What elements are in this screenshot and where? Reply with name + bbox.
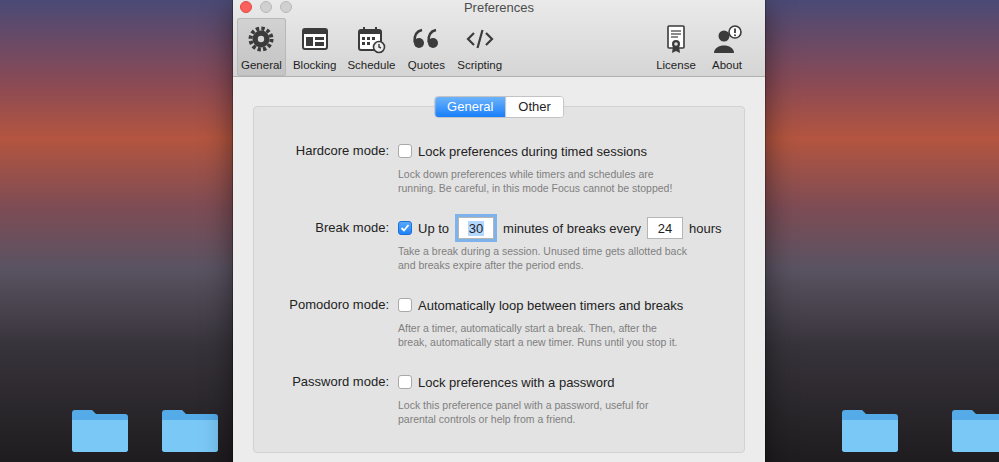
- toolbar: General Blocking Schedule Quotes Scripting Li…: [233, 18, 765, 76]
- title-bar: Preferences: [233, 0, 765, 18]
- calendar-icon: [356, 24, 386, 54]
- window-title: Preferences: [464, 0, 534, 15]
- desktop-folder[interactable]: [70, 405, 130, 453]
- toolbar-label: Blocking: [293, 59, 336, 71]
- setting-line: Automatically loop between timers and br…: [398, 293, 683, 317]
- content: GeneralOther Hardcore mode: Lock preferenc…: [233, 77, 765, 462]
- setting-label: Break mode:: [254, 216, 389, 240]
- certificate-icon: [661, 24, 691, 54]
- person-icon: [712, 24, 742, 54]
- quote-icon: [411, 24, 441, 54]
- description-line: After a timer, automatically start a bre…: [398, 321, 683, 335]
- setting-row: Break mode: Up to 30 minutes of breaks ever…: [254, 216, 744, 272]
- setting-text: Lock preferences during timed sessions: [418, 144, 647, 159]
- toolbar-icon-box: [661, 24, 691, 54]
- setting-label: Password mode:: [254, 370, 389, 394]
- toolbar-item[interactable]: Blocking: [289, 18, 340, 76]
- folder-icon[interactable]: [840, 405, 900, 453]
- window-icon: [300, 24, 330, 54]
- setting-text: hours: [689, 221, 722, 236]
- description-line: running. Be careful, in this mode Focus …: [398, 181, 672, 195]
- toolbar-icon-box: [246, 24, 276, 54]
- setting-text: minutes of breaks every: [503, 221, 641, 236]
- check-icon: [400, 223, 410, 233]
- folder-icon[interactable]: [950, 405, 999, 453]
- number-field[interactable]: 30: [458, 217, 494, 239]
- toolbar-item[interactable]: General: [237, 18, 286, 76]
- window-chrome: Preferences General Blocking Schedule Quotes…: [233, 0, 765, 77]
- toolbar-icon-box: [356, 24, 386, 54]
- description-line: break, automatically start a new timer. …: [398, 335, 683, 349]
- description-line: Take a break during a session. Unused ti…: [398, 244, 722, 258]
- gear-icon: [246, 24, 276, 54]
- setting-row: Password mode: Lock preferences with a pa…: [254, 370, 744, 426]
- setting-line: Lock preferences with a password: [398, 370, 648, 394]
- toolbar-label: About: [712, 59, 742, 71]
- setting-description: Lock this preference panel with a passwo…: [398, 398, 648, 426]
- setting-label: Hardcore mode:: [254, 139, 389, 163]
- code-icon: [465, 24, 495, 54]
- folder-icon[interactable]: [160, 405, 220, 453]
- segment[interactable]: General: [435, 97, 505, 117]
- number-field[interactable]: 24: [647, 217, 683, 239]
- desktop-folder[interactable]: [950, 405, 999, 453]
- desktop-folder[interactable]: [840, 405, 900, 453]
- toolbar-icon-box: [712, 24, 742, 54]
- zoom-button[interactable]: [280, 1, 292, 13]
- toolbar-label: General: [241, 59, 282, 71]
- close-button[interactable]: [240, 1, 252, 13]
- setting-description: After a timer, automatically start a bre…: [398, 321, 683, 349]
- setting-label: Pomodoro mode:: [254, 293, 389, 317]
- toolbar-icon-box: [300, 24, 330, 54]
- setting-text: Automatically loop between timers and br…: [418, 298, 683, 313]
- setting-line: Up to 30 minutes of breaks every 24 hours: [398, 216, 722, 240]
- toolbar-item[interactable]: Scripting: [453, 18, 506, 76]
- setting-body: Lock preferences during timed sessions Lo…: [398, 139, 672, 195]
- checkbox[interactable]: [398, 375, 412, 389]
- field-value: 30: [468, 221, 484, 236]
- checkbox[interactable]: [398, 298, 412, 312]
- preferences-window: Preferences General Blocking Schedule Quotes…: [233, 0, 765, 462]
- folder-icon[interactable]: [70, 405, 130, 453]
- setting-row: Hardcore mode: Lock preferences during ti…: [254, 139, 744, 195]
- segment[interactable]: Other: [505, 97, 563, 117]
- window-controls: [233, 1, 464, 13]
- checkbox[interactable]: [398, 144, 412, 158]
- desktop: Preferences General Blocking Schedule Quotes…: [0, 0, 999, 462]
- segmented-control: GeneralOther: [434, 96, 564, 118]
- toolbar-label: Quotes: [408, 59, 445, 71]
- toolbar-label: Schedule: [347, 59, 395, 71]
- toolbar-item[interactable]: License: [652, 18, 700, 76]
- setting-body: Automatically loop between timers and br…: [398, 293, 683, 349]
- description-line: Lock this preference panel with a passwo…: [398, 398, 648, 412]
- toolbar-label: License: [656, 59, 696, 71]
- toolbar-item[interactable]: About: [703, 18, 751, 76]
- toolbar-item[interactable]: Quotes: [402, 18, 450, 76]
- setting-text: Up to: [418, 221, 449, 236]
- setting-body: Up to 30 minutes of breaks every 24 hours Tak…: [398, 216, 722, 272]
- description-line: and breaks expire after the period ends.: [398, 258, 722, 272]
- setting-description: Lock down preferences while timers and s…: [398, 167, 672, 195]
- setting-line: Lock preferences during timed sessions: [398, 139, 672, 163]
- toolbar-label: Scripting: [457, 59, 502, 71]
- desktop-folder[interactable]: [160, 405, 220, 453]
- setting-body: Lock preferences with a password Lock thi…: [398, 370, 648, 426]
- toolbar-icon-box: [411, 24, 441, 54]
- setting-row: Pomodoro mode: Automatically loop between…: [254, 293, 744, 349]
- settings-group: GeneralOtherHardcore mode:Lock preferenc…: [253, 106, 745, 453]
- toolbar-item[interactable]: Schedule: [343, 18, 399, 76]
- minimize-button[interactable]: [260, 1, 272, 13]
- setting-text: Lock preferences with a password: [418, 375, 615, 390]
- description-line: Lock down preferences while timers and s…: [398, 167, 672, 181]
- toolbar-icon-box: [465, 24, 495, 54]
- checkbox[interactable]: [398, 221, 412, 235]
- setting-description: Take a break during a session. Unused ti…: [398, 244, 722, 272]
- description-line: parental controls or help from a friend.: [398, 412, 648, 426]
- field-value: 24: [657, 221, 673, 236]
